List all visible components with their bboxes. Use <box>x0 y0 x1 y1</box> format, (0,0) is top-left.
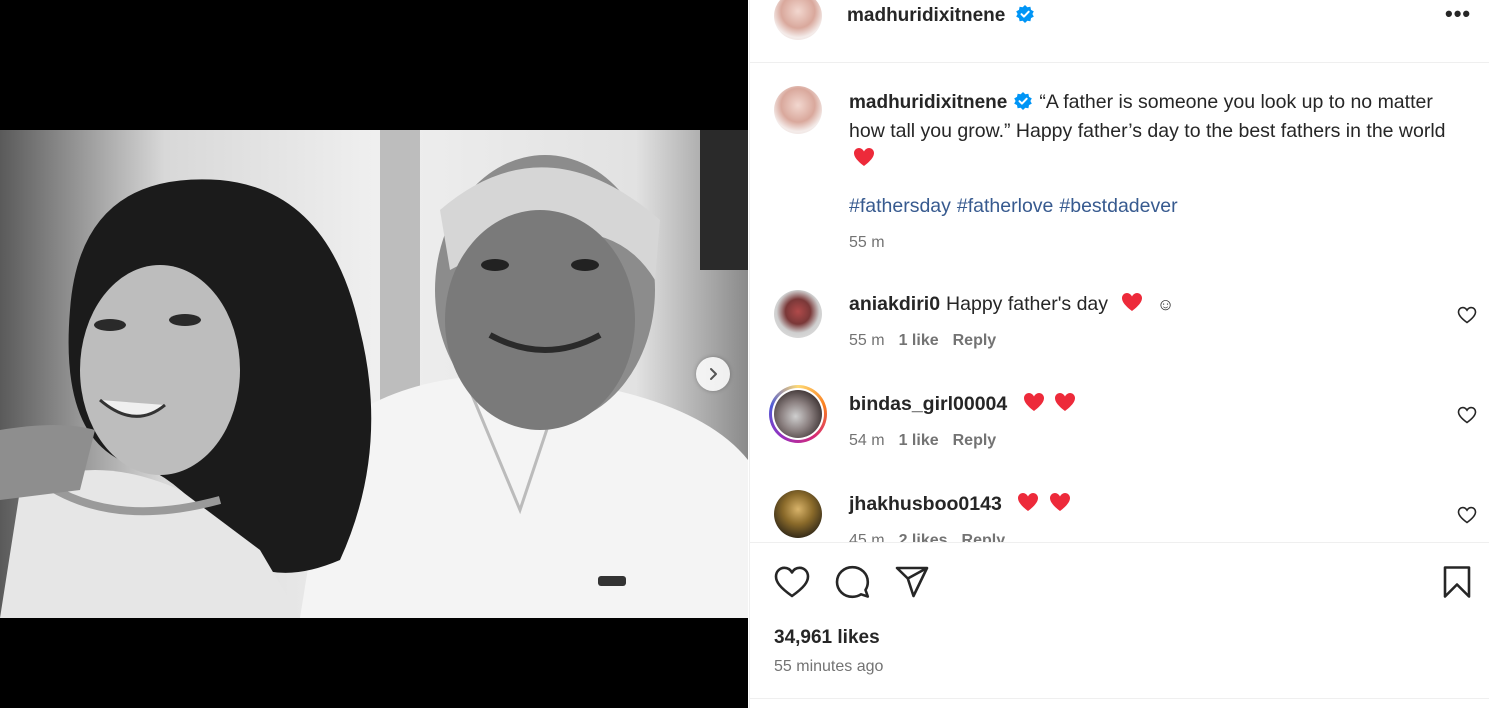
comment-time[interactable]: 45 m <box>849 532 885 542</box>
comment-text: aniakdiri0 Happy father's day ☺ <box>849 292 1174 316</box>
post-media <box>0 0 748 708</box>
red-heart-emoji-icon <box>1049 493 1070 511</box>
comment-text: bindas_girl00004 <box>849 392 1076 416</box>
comment-like-heart-icon[interactable] <box>1457 406 1477 424</box>
comment-time[interactable]: 54 m <box>849 432 885 449</box>
comment-bubble-icon[interactable] <box>834 565 870 599</box>
comment-text: jhakhusboo0143 <box>849 492 1071 516</box>
caption-author-username[interactable]: madhuridixitnene <box>849 92 1007 113</box>
comment-likes[interactable]: 1 like <box>899 332 939 349</box>
comment-item: bindas_girl00004 54 m 1 like Reply <box>750 385 1489 480</box>
post-side-panel: madhuridixitnene ••• madhuridixitnene “A… <box>749 0 1489 709</box>
red-heart-emoji-icon <box>1018 493 1039 511</box>
heart-outline-icon[interactable] <box>774 565 810 599</box>
post-timestamp[interactable]: 55 minutes ago <box>774 658 883 676</box>
comment-item: aniakdiri0 Happy father's day ☺ 55 m 1 lik… <box>750 290 1489 380</box>
red-heart-emoji-icon <box>1023 393 1044 411</box>
red-heart-emoji-icon <box>1122 293 1143 311</box>
author-avatar[interactable] <box>774 0 822 40</box>
reply-button[interactable]: Reply <box>953 432 997 449</box>
post-caption: madhuridixitnene “A father is someone yo… <box>849 88 1459 173</box>
likes-count[interactable]: 34,961 likes <box>774 627 880 649</box>
comments-area[interactable]: madhuridixitnene “A father is someone yo… <box>750 62 1489 542</box>
post-actions: 34,961 likes 55 minutes ago <box>750 542 1489 709</box>
comment-body: Happy father's day <box>946 293 1109 315</box>
carousel-next-button[interactable] <box>696 357 730 391</box>
red-heart-emoji-icon <box>854 148 874 166</box>
commenter-avatar[interactable] <box>774 390 822 438</box>
comment-time[interactable]: 55 m <box>849 332 885 349</box>
commenter-username[interactable]: jhakhusboo0143 <box>849 493 1002 515</box>
comment-likes[interactable]: 1 like <box>899 432 939 449</box>
caption-timestamp[interactable]: 55 m <box>849 234 885 252</box>
hashtag-link[interactable]: #bestdadever <box>1059 195 1177 217</box>
smiley-emoji-icon: ☺ <box>1156 295 1175 314</box>
paper-plane-icon[interactable] <box>894 565 930 599</box>
more-options-icon[interactable]: ••• <box>1445 3 1471 25</box>
comment-meta: 54 m 1 like Reply <box>849 432 1010 450</box>
verified-badge-icon <box>1014 92 1033 110</box>
reply-button[interactable]: Reply <box>953 332 997 349</box>
red-heart-emoji-icon <box>1055 393 1076 411</box>
post-photo[interactable] <box>0 130 748 618</box>
photo-illustration <box>0 130 748 618</box>
author-username-header[interactable]: madhuridixitnene <box>847 4 1035 27</box>
divider <box>750 698 1489 699</box>
comment-meta: 55 m 1 like Reply <box>849 332 1010 350</box>
hashtag-link[interactable]: #fathersday <box>849 195 951 217</box>
hashtag-link[interactable]: #fatherlove <box>957 195 1053 217</box>
commenter-username[interactable]: aniakdiri0 <box>849 293 940 315</box>
author-username-text[interactable]: madhuridixitnene <box>847 5 1005 26</box>
verified-badge-icon <box>1015 5 1034 23</box>
post-header: madhuridixitnene ••• <box>750 0 1489 63</box>
comment-meta: 45 m 2 likes Reply <box>849 532 1019 542</box>
commenter-avatar[interactable] <box>774 490 822 538</box>
comment-like-heart-icon[interactable] <box>1457 306 1477 324</box>
story-ring[interactable] <box>769 385 827 443</box>
reply-button[interactable]: Reply <box>962 532 1006 542</box>
commenter-avatar[interactable] <box>774 290 822 338</box>
comment-like-heart-icon[interactable] <box>1457 506 1477 524</box>
comment-item: jhakhusboo0143 45 m 2 likes Reply <box>750 490 1489 542</box>
caption-author-avatar[interactable] <box>774 86 822 134</box>
caption-hashtags: #fathersday #fatherlove #bestdadever <box>849 195 1184 218</box>
chevron-right-icon <box>710 368 717 380</box>
commenter-username[interactable]: bindas_girl00004 <box>849 393 1007 415</box>
bookmark-icon[interactable] <box>1442 565 1472 599</box>
comment-likes[interactable]: 2 likes <box>899 532 948 542</box>
